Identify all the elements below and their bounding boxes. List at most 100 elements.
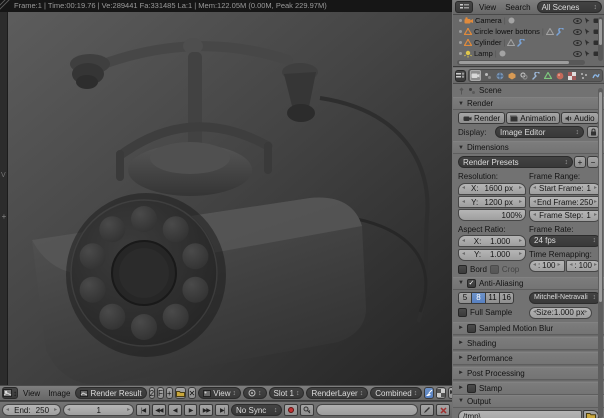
draw-channel-z-button[interactable]: [448, 387, 452, 399]
outliner-row-circle-lower-bottons[interactable]: Circle lower bottons |: [453, 26, 604, 37]
full-sample-checkbox[interactable]: ✓: [458, 307, 467, 317]
outliner-search-menu[interactable]: Search: [502, 3, 533, 12]
visibility-eye-icon[interactable]: [573, 17, 582, 24]
outliner-row-cylinder[interactable]: Cylinder |: [453, 37, 604, 48]
expand-dot-icon[interactable]: [459, 52, 462, 55]
editor-type-button[interactable]: ↕: [2, 387, 18, 399]
jump-to-start-button[interactable]: |◀: [136, 404, 150, 416]
aa-samples-16-button[interactable]: 16: [500, 291, 514, 304]
panel-expand-icon[interactable]: ►: [458, 340, 464, 346]
end-frame-field-props[interactable]: ◂ End Frame: 250 ▸: [529, 196, 601, 208]
selectability-arrow-icon[interactable]: [584, 50, 591, 57]
image-editor-view-menu[interactable]: View: [20, 389, 43, 398]
tab-render[interactable]: [470, 70, 481, 81]
prev-keyframe-button[interactable]: ◀◀: [151, 404, 166, 416]
panel-expand-icon[interactable]: ▼: [458, 398, 464, 404]
render-animation-button[interactable]: Animation: [506, 112, 560, 124]
aa-samples-5-button[interactable]: 5: [458, 291, 472, 304]
object-label[interactable]: Camera: [475, 16, 502, 25]
selectability-arrow-icon[interactable]: [584, 28, 591, 35]
frame-right-arrow-icon[interactable]: ▸: [127, 405, 130, 416]
editor-mode-selector[interactable]: View ↕: [198, 387, 241, 399]
visibility-eye-icon[interactable]: [573, 50, 582, 57]
aa-filter-selector[interactable]: Mitchell-Netravali ↕: [529, 291, 601, 304]
tab-data[interactable]: [542, 70, 553, 81]
image-users-count-button[interactable]: 2: [148, 387, 156, 399]
tab-particles[interactable]: [578, 70, 589, 81]
display-mode-selector[interactable]: Image Editor ↕: [495, 126, 584, 138]
panel-expand-icon[interactable]: ▼: [458, 101, 464, 107]
render-result-viewport[interactable]: V +: [0, 12, 452, 385]
sync-mode-selector[interactable]: No Sync ↕: [231, 404, 283, 416]
image-datablock-selector[interactable]: Render Result: [75, 387, 147, 399]
insert-keyframe-button[interactable]: [420, 404, 435, 416]
anti-aliasing-panel-header[interactable]: ▼ ✓ Anti-Aliasing: [453, 276, 604, 290]
crop-checkbox[interactable]: ✓: [489, 264, 499, 274]
object-label[interactable]: Circle lower bottons: [474, 27, 540, 36]
sampled-motion-blur-panel-header[interactable]: ► ✓ Sampled Motion Blur: [453, 321, 604, 335]
panel-expand-icon[interactable]: ▼: [458, 145, 464, 151]
expand-region-icon[interactable]: +: [0, 212, 8, 221]
image-editor-image-menu[interactable]: Image: [45, 389, 73, 398]
outliner-row-camera[interactable]: Camera |: [453, 15, 604, 26]
border-checkbox[interactable]: ✓: [458, 264, 467, 274]
time-remap-new-field[interactable]: ◂:100 ▸: [565, 259, 601, 272]
panel-expand-icon[interactable]: ►: [458, 370, 464, 376]
add-preset-button[interactable]: +: [574, 156, 586, 168]
sampled-motion-blur-checkbox[interactable]: ✓: [466, 323, 476, 333]
render-audio-button[interactable]: Audio: [560, 112, 599, 124]
outliner-vertical-scrollbar[interactable]: [598, 17, 603, 61]
play-reverse-button[interactable]: ◀: [167, 404, 182, 416]
properties-vertical-scrollbar[interactable]: [598, 88, 603, 418]
resolution-percent-field[interactable]: 100%: [458, 209, 526, 221]
render-presets-selector[interactable]: Render Presets ↕: [458, 156, 573, 168]
keying-set-field[interactable]: [316, 404, 419, 416]
start-frame-field[interactable]: ◂ Start Frame: 1 ▸: [529, 182, 601, 195]
tab-world[interactable]: [494, 70, 505, 81]
tab-object[interactable]: [506, 70, 517, 81]
aspect-y-field[interactable]: ◂ Y: 1.000 ▸: [458, 248, 526, 261]
tab-constraints[interactable]: [518, 70, 529, 81]
outliner-row-lamp[interactable]: Lamp |: [453, 48, 604, 59]
selectability-arrow-icon[interactable]: [584, 39, 591, 46]
visibility-eye-icon[interactable]: [573, 28, 582, 35]
aa-samples-8-button[interactable]: 8: [472, 291, 486, 304]
shading-panel-header[interactable]: ► Shading: [453, 336, 604, 350]
end-left-arrow-icon[interactable]: ◂: [6, 405, 9, 416]
auto-keyframe-button[interactable]: [284, 404, 299, 416]
draw-channel-color-button[interactable]: [424, 387, 435, 399]
area-corner-grip[interactable]: [0, 0, 12, 12]
aa-samples-11-button[interactable]: 11: [486, 291, 500, 304]
play-button[interactable]: ▶: [183, 404, 198, 416]
outliner-view-menu[interactable]: View: [476, 3, 499, 12]
slot-selector[interactable]: Slot 1 ↕: [268, 387, 305, 399]
delete-keyframe-button[interactable]: [436, 404, 451, 416]
visibility-eye-icon[interactable]: [573, 39, 582, 46]
expand-dot-icon[interactable]: [459, 30, 462, 33]
panel-expand-icon[interactable]: ►: [458, 355, 464, 361]
stamp-checkbox[interactable]: ✓: [466, 383, 476, 393]
tab-physics[interactable]: [590, 70, 601, 81]
properties-editor-type-button[interactable]: [455, 69, 466, 82]
aspect-x-field[interactable]: ◂ X: 1.000 ▸: [458, 235, 526, 247]
panel-expand-icon[interactable]: ▼: [458, 280, 464, 286]
open-image-button[interactable]: [174, 387, 186, 399]
outliner-horizontal-scrollbar[interactable]: [457, 60, 585, 65]
object-label[interactable]: Cylinder: [474, 38, 502, 47]
pin-icon[interactable]: [458, 87, 465, 95]
keying-set-icon-button[interactable]: [300, 404, 314, 416]
time-remap-old-field[interactable]: ◂:100 ▸: [529, 259, 565, 272]
aa-size-field[interactable]: ◂ Size: 1.000 px ▸: [529, 306, 592, 319]
end-right-arrow-icon[interactable]: ▸: [54, 405, 57, 416]
post-processing-panel-header[interactable]: ► Post Processing: [453, 366, 604, 380]
breadcrumb-scene-label[interactable]: Scene: [479, 86, 502, 95]
end-frame-field[interactable]: ◂ End: 250 ▸: [2, 404, 62, 416]
fake-user-button[interactable]: F: [157, 387, 164, 399]
frame-rate-selector[interactable]: 24 fps ↕: [529, 234, 601, 247]
frame-step-field[interactable]: ◂ Frame Step: 1 ▸: [529, 209, 601, 222]
unlink-image-button[interactable]: ✕: [187, 387, 197, 399]
performance-panel-header[interactable]: ► Performance: [453, 351, 604, 365]
output-path-field[interactable]: /tmp\: [458, 409, 582, 418]
next-keyframe-button[interactable]: ▶▶: [199, 404, 214, 416]
object-label[interactable]: Lamp: [474, 49, 493, 58]
